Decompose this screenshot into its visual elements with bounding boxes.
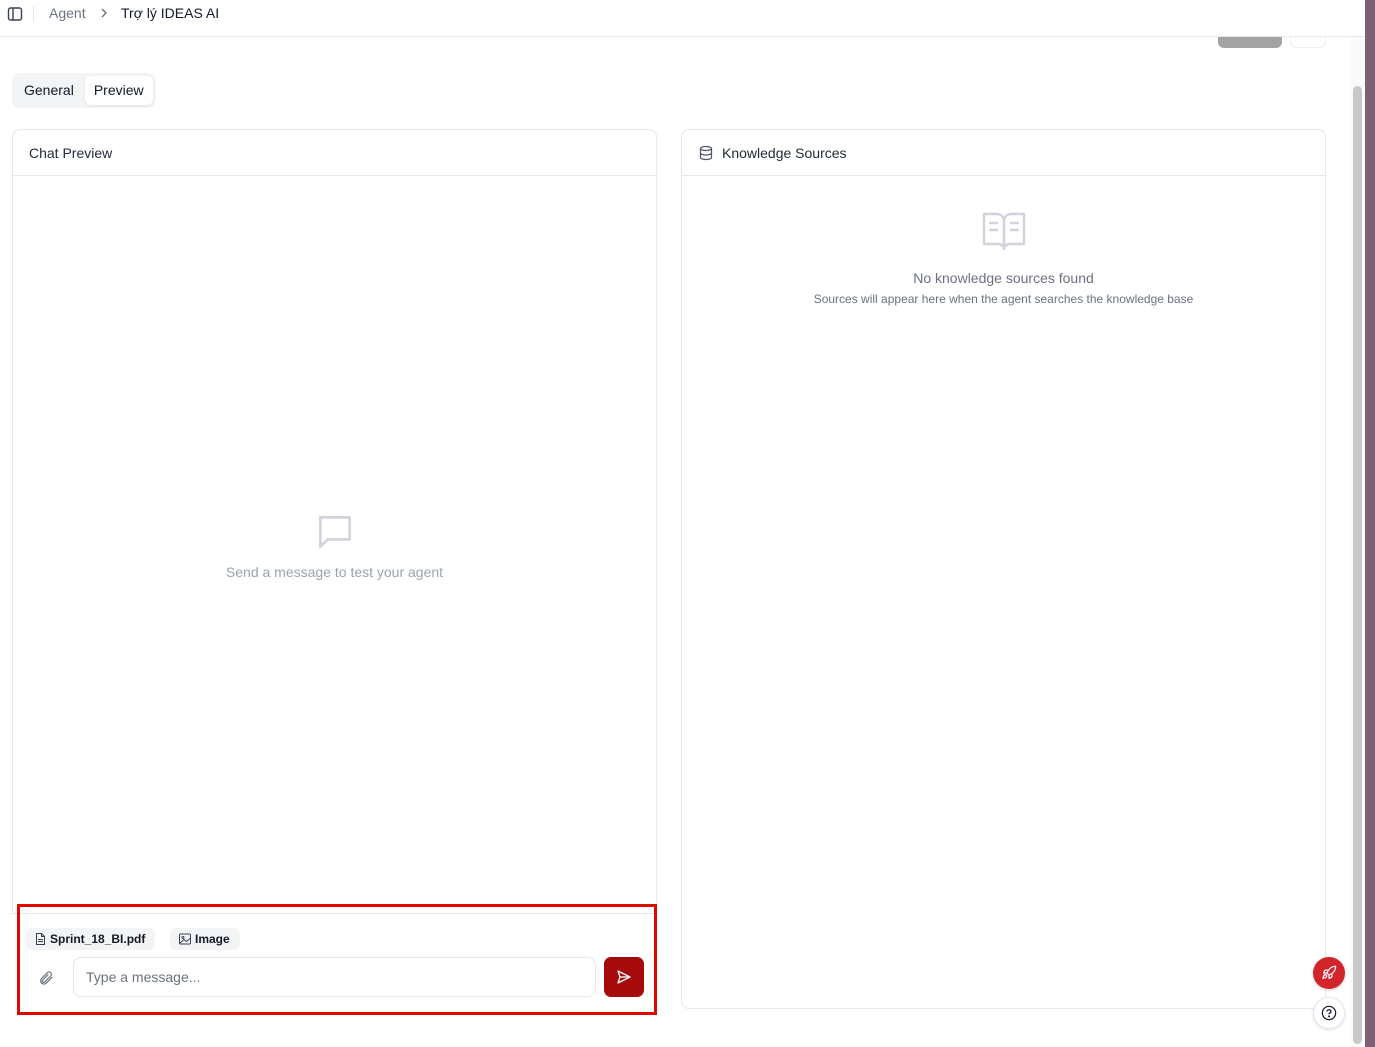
attachment-chip-pdf-label: Sprint_18_BI.pdf — [50, 932, 146, 946]
paperclip-icon[interactable] — [36, 968, 56, 988]
tab-preview[interactable]: Preview — [84, 76, 153, 105]
tab-general[interactable]: General — [15, 76, 83, 105]
message-composer: Sprint_18_BI.pdf Image — [12, 913, 657, 1009]
knowledge-empty-title: No knowledge sources found — [913, 270, 1094, 286]
message-input[interactable] — [73, 957, 596, 997]
scrolled-page-title-fragment — [80, 36, 170, 40]
breadcrumb-current: Trợ lý IDEAS AI — [121, 5, 220, 21]
chat-empty-state: Send a message to test your agent — [13, 510, 656, 580]
send-button[interactable] — [604, 957, 644, 997]
knowledge-sources-title: Knowledge Sources — [722, 144, 847, 161]
book-open-icon — [982, 212, 1025, 251]
database-icon — [698, 145, 714, 161]
tab-list: General Preview — [12, 73, 156, 108]
knowledge-sources-header: Knowledge Sources — [682, 130, 1325, 176]
more-button-partial[interactable] — [1290, 37, 1326, 48]
knowledge-empty-state: No knowledge sources found Sources will … — [682, 210, 1325, 306]
rocket-fab-button[interactable] — [1313, 957, 1345, 989]
file-icon — [36, 933, 45, 945]
chat-preview-panel: Chat Preview Send a message to test your… — [12, 129, 657, 1009]
window-edge — [1365, 0, 1375, 1047]
chat-preview-header: Chat Preview — [13, 130, 656, 176]
scrollbar-thumb[interactable] — [1353, 86, 1362, 1044]
topbar-divider — [33, 6, 34, 22]
help-fab-button[interactable] — [1313, 997, 1345, 1029]
save-button-partial[interactable] — [1218, 37, 1282, 48]
chevron-right-icon — [98, 6, 110, 18]
attachment-chip-pdf[interactable]: Sprint_18_BI.pdf — [26, 928, 156, 950]
knowledge-empty-subtitle: Sources will appear here when the agent … — [813, 292, 1194, 306]
chat-empty-text: Send a message to test your agent — [225, 564, 444, 580]
image-icon — [179, 933, 191, 945]
chat-preview-title: Chat Preview — [29, 144, 113, 161]
breadcrumb-agent-link[interactable]: Agent — [49, 5, 86, 21]
help-circle-icon — [1321, 1005, 1337, 1021]
attachment-chip-image-label: Image — [195, 932, 230, 946]
top-bar: Agent Trợ lý IDEAS AI — [0, 0, 1365, 37]
knowledge-sources-panel: Knowledge Sources No knowledge sources f… — [681, 129, 1326, 1009]
rocket-icon — [1322, 965, 1337, 979]
send-icon — [617, 970, 631, 984]
sidebar-toggle-icon[interactable] — [6, 5, 24, 23]
message-square-icon — [318, 515, 351, 549]
attachment-chip-image[interactable]: Image — [170, 928, 240, 950]
